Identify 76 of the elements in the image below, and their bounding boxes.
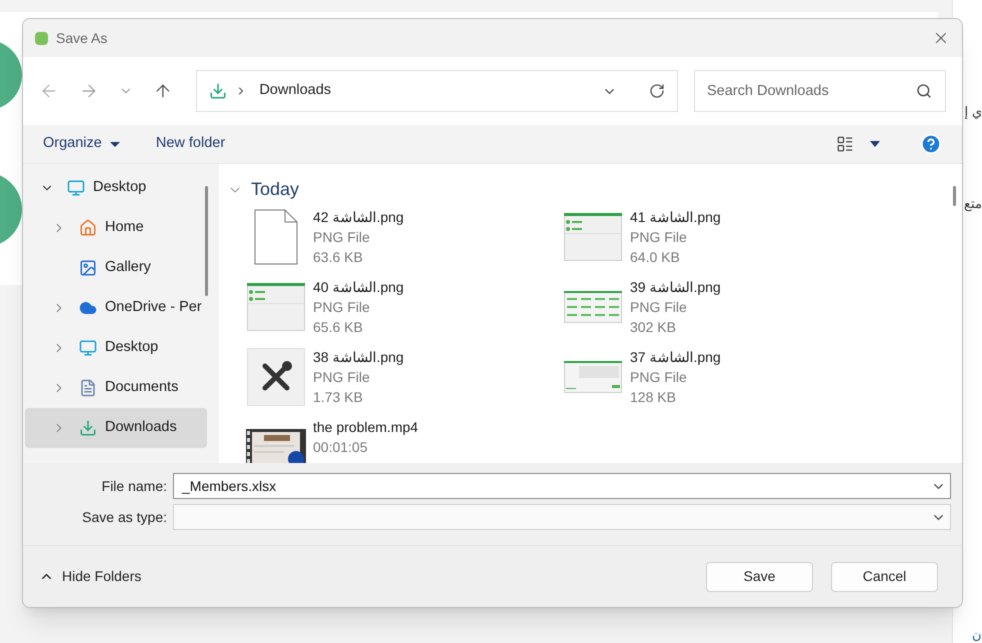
document-icon <box>254 209 298 265</box>
app-icon <box>35 32 48 44</box>
download-icon <box>209 82 228 100</box>
file-type: PNG File <box>630 298 688 317</box>
view-icon[interactable] <box>836 135 854 153</box>
field-label: Save as type: <box>81 508 168 527</box>
caret-icon[interactable] <box>870 141 880 147</box>
file-size: 65.6 KB <box>313 318 364 337</box>
desktop-icon <box>67 179 85 197</box>
file-size: 63.6 KB <box>313 248 364 267</box>
file-name: 40 الشاشة.png <box>313 278 404 297</box>
file-type: PNG File <box>630 228 688 247</box>
sidebar-label: OneDrive - Per <box>105 298 202 318</box>
file-type: PNG File <box>313 368 371 387</box>
desktop-icon <box>79 339 97 357</box>
cancel-button[interactable]: Cancel <box>831 562 938 592</box>
sidebar-label: Documents <box>105 378 178 398</box>
file-size: 00:01:05 <box>313 438 368 457</box>
file-size: 64.0 KB <box>630 248 681 267</box>
sidebar-label: Desktop <box>105 338 158 358</box>
file-name: the problem.mp4 <box>313 418 418 437</box>
background-text: ن <box>972 626 982 643</box>
save-button[interactable]: Save <box>706 562 813 592</box>
scrollbar-thumb[interactable] <box>205 186 208 296</box>
file-type: PNG File <box>313 298 371 317</box>
gallery-icon <box>79 259 97 277</box>
home-icon <box>79 219 97 237</box>
file-type: PNG File <box>313 228 371 247</box>
file-item[interactable]: the problem.mp4 00:01:05 <box>243 417 560 463</box>
group-header[interactable]: Today <box>227 176 942 203</box>
file-name: 37 الشاشة.png <box>630 348 721 367</box>
sidebar-item[interactable]: OneDrive - Per <box>25 288 207 328</box>
window-title: Save As <box>56 28 108 48</box>
file-name: 42 الشاشة.png <box>313 208 404 227</box>
new-folder-button[interactable]: New folder <box>156 133 226 155</box>
background-text: متع <box>964 194 982 213</box>
hide-folders-button[interactable]: Hide Folders <box>39 566 142 587</box>
address-bar[interactable]: Downloads <box>196 70 678 112</box>
refresh-icon[interactable] <box>649 83 665 99</box>
sidebar-item[interactable]: Gallery <box>25 248 207 288</box>
file-name: 38 الشاشة.png <box>313 348 404 367</box>
sidebar-item[interactable]: Documents <box>25 368 207 408</box>
scrollbar-thumb[interactable] <box>953 186 956 206</box>
tools-icon <box>247 348 305 406</box>
address-path: Downloads <box>259 81 332 100</box>
organize-button[interactable]: Organize <box>43 133 120 155</box>
screenshot-thumbnail <box>564 361 622 393</box>
search-icon[interactable] <box>916 83 932 99</box>
file-name: 41 الشاشة.png <box>630 208 721 227</box>
file-size: 128 KB <box>630 388 677 407</box>
sidebar-label: Downloads <box>105 418 177 438</box>
background-text: ي إ <box>964 103 982 121</box>
group-label: Today <box>251 178 300 201</box>
screenshot-thumbnail <box>564 213 622 261</box>
sidebar-label: Gallery <box>105 258 151 278</box>
screenshot-thumbnail <box>564 291 622 323</box>
sidebar-item[interactable]: Downloads <box>25 408 207 448</box>
field-value: _Members.xlsx <box>182 476 278 496</box>
sidebar-item[interactable]: Desktop <box>25 168 207 208</box>
cloud-icon <box>79 299 97 317</box>
file-name: 39 الشاشة.png <box>630 278 721 297</box>
dropdown-field[interactable]: _Members.xlsx <box>173 473 951 499</box>
search-field[interactable]: Search Downloads <box>694 70 946 112</box>
download-icon <box>79 419 97 437</box>
document-icon <box>79 379 97 397</box>
field-label: File name: <box>100 476 168 496</box>
file-size: 1.73 KB <box>313 388 364 407</box>
sidebar-label: Home <box>105 218 144 238</box>
sidebar-item[interactable]: Desktop <box>25 328 207 368</box>
sidebar-label: Desktop <box>93 178 146 198</box>
file-size: 302 KB <box>630 318 677 337</box>
file-type: PNG File <box>630 368 688 387</box>
screenshot-thumbnail <box>247 283 305 331</box>
dropdown-field[interactable] <box>173 504 951 530</box>
help-icon[interactable] <box>920 133 942 155</box>
sidebar-item[interactable]: Home <box>25 208 207 248</box>
